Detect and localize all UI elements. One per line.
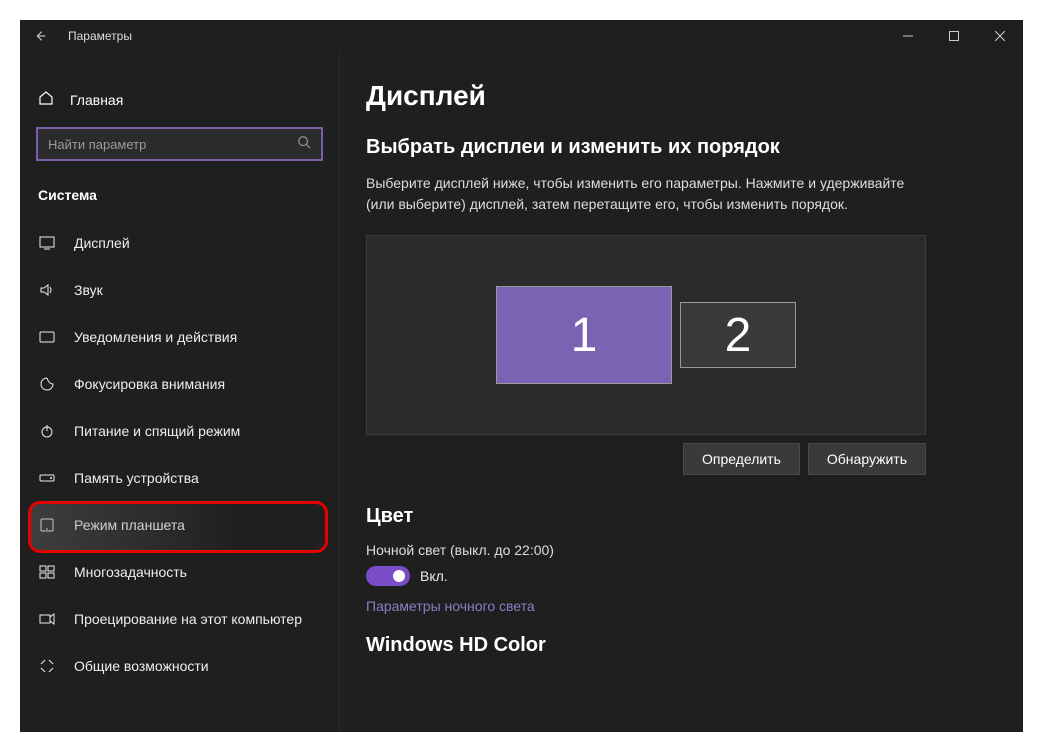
nav-label: Многозадачность: [74, 564, 187, 580]
display-icon: [38, 236, 56, 250]
monitor-arrangement[interactable]: 1 2: [366, 235, 926, 435]
nav-item-focus[interactable]: Фокусировка внимания: [20, 360, 339, 407]
section-heading-color: Цвет: [366, 505, 997, 528]
section-heading-arrange: Выбрать дисплеи и изменить их порядок: [366, 136, 997, 159]
focus-icon: [38, 376, 56, 392]
nav-label: Фокусировка внимания: [74, 376, 225, 392]
minimize-button[interactable]: [885, 20, 931, 52]
tablet-icon: [38, 518, 56, 532]
nav-item-storage[interactable]: Память устройства: [20, 454, 339, 501]
monitor-2[interactable]: 2: [680, 302, 796, 368]
nav-label: Общие возможности: [74, 658, 209, 674]
nav-label: Уведомления и действия: [74, 329, 237, 345]
nav-item-display[interactable]: Дисплей: [20, 219, 339, 266]
storage-icon: [38, 473, 56, 483]
nav-item-notifications[interactable]: Уведомления и действия: [20, 313, 339, 360]
sound-icon: [38, 283, 56, 297]
app-title: Параметры: [68, 29, 132, 43]
nav-item-multitask[interactable]: Многозадачность: [20, 548, 339, 595]
monitor-1[interactable]: 1: [496, 286, 672, 384]
multitask-icon: [38, 565, 56, 579]
shared-icon: [38, 658, 56, 674]
category-heading: Система: [20, 169, 339, 213]
home-nav[interactable]: Главная: [20, 80, 339, 119]
content-area: Дисплей Выбрать дисплеи и изменить их по…: [340, 52, 1023, 732]
section-heading-hd: Windows HD Color: [366, 634, 997, 657]
settings-window: Параметры Главная: [20, 20, 1023, 732]
section-desc: Выберите дисплей ниже, чтобы изменить ег…: [366, 173, 926, 215]
toggle-state: Вкл.: [420, 568, 448, 584]
night-light-label: Ночной свет (выкл. до 22:00): [366, 542, 997, 558]
maximize-button[interactable]: [931, 20, 977, 52]
night-light-toggle[interactable]: [366, 566, 410, 586]
home-label: Главная: [70, 92, 123, 108]
nav-label: Питание и спящий режим: [74, 423, 240, 439]
sidebar: Главная Система Дисплей Звук: [20, 52, 340, 732]
notifications-icon: [38, 330, 56, 344]
detect-button[interactable]: Обнаружить: [808, 443, 926, 475]
nav-label: Дисплей: [74, 235, 130, 251]
nav-item-power[interactable]: Питание и спящий режим: [20, 407, 339, 454]
nav-label: Проецирование на этот компьютер: [74, 611, 302, 627]
identify-button[interactable]: Определить: [683, 443, 800, 475]
page-title: Дисплей: [366, 80, 997, 112]
nav-label: Память устройства: [74, 470, 199, 486]
nav-item-sound[interactable]: Звук: [20, 266, 339, 313]
search-input[interactable]: [48, 137, 297, 152]
power-icon: [38, 423, 56, 439]
back-button[interactable]: [32, 28, 48, 44]
search-box[interactable]: [36, 127, 323, 161]
close-button[interactable]: [977, 20, 1023, 52]
titlebar: Параметры: [20, 20, 1023, 52]
search-icon: [297, 135, 311, 154]
nav-item-project[interactable]: Проецирование на этот компьютер: [20, 595, 339, 642]
toggle-knob: [393, 570, 405, 582]
nav-item-tablet[interactable]: Режим планшета: [20, 501, 339, 548]
nav-item-shared[interactable]: Общие возможности: [20, 642, 339, 689]
window-controls: [885, 20, 1023, 52]
nav-label: Режим планшета: [74, 517, 185, 533]
project-icon: [38, 612, 56, 626]
home-icon: [38, 90, 54, 109]
night-light-settings-link[interactable]: Параметры ночного света: [366, 598, 535, 614]
nav-list: Дисплей Звук Уведомления и действия Фоку…: [20, 219, 339, 689]
nav-label: Звук: [74, 282, 103, 298]
